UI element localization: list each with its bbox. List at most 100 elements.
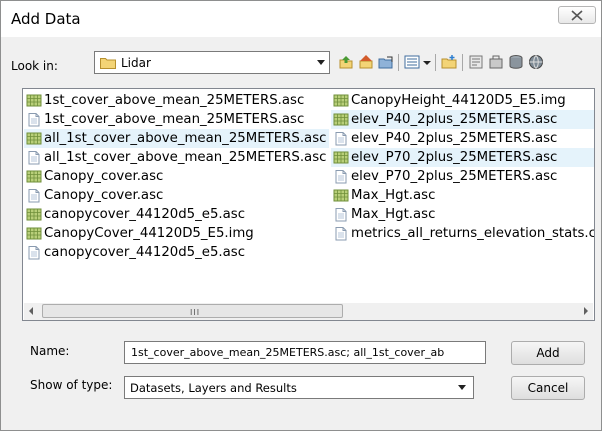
database-button[interactable] xyxy=(507,53,525,71)
view-list-icon xyxy=(404,55,420,69)
look-in-value: Lidar xyxy=(121,56,151,70)
home-icon xyxy=(359,55,373,69)
file-item[interactable]: CanopyHeight_44120D5_E5.img xyxy=(331,91,594,110)
file-item[interactable]: metrics_all_returns_elevation_stats.cs xyxy=(331,224,595,243)
raster-grid-icon xyxy=(26,170,42,183)
scroll-right-arrow-icon[interactable] xyxy=(584,307,588,315)
name-label: Name: xyxy=(30,344,70,358)
file-item[interactable]: Max_Hgt.asc xyxy=(331,186,594,205)
show-of-type-dropdown[interactable]: Datasets, Layers and Results xyxy=(124,376,474,399)
file-name: canopycover_44120d5_e5.asc xyxy=(44,207,246,222)
file-item[interactable]: 1st_cover_above_mean_25METERS.asc xyxy=(24,91,329,110)
horizontal-scrollbar[interactable]: III xyxy=(24,303,593,320)
file-name: elev_P40_2plus_25METERS.asc xyxy=(351,112,558,127)
file-column-2: CanopyHeight_44120D5_E5.img elev_P40_2plu… xyxy=(331,91,595,243)
raster-grid-icon xyxy=(26,227,42,240)
text-file-icon xyxy=(335,132,347,146)
file-list[interactable]: 1st_cover_above_mean_25METERS.asc 1st_cov… xyxy=(22,88,595,321)
view-dropdown-button[interactable] xyxy=(421,53,431,71)
file-name: all_1st_cover_above_mean_25METERS.asc xyxy=(44,150,327,165)
globe-button[interactable] xyxy=(527,53,545,71)
dialog-title: Add Data xyxy=(11,10,81,28)
file-name: canopycover_44120d5_e5.asc xyxy=(44,245,246,260)
look-in-dropdown[interactable]: Lidar xyxy=(94,51,330,74)
file-name: elev_P40_2plus_25METERS.asc xyxy=(351,131,558,146)
file-item[interactable]: canopycover_44120d5_e5.asc xyxy=(24,205,329,224)
add-data-dialog: Add Data Look in: Lidar 1st_cover_above_… xyxy=(0,0,602,431)
raster-grid-icon xyxy=(333,151,349,164)
toolbox-icon xyxy=(489,55,503,69)
scrollbar-thumb[interactable]: III xyxy=(42,304,343,318)
connect-folder-icon xyxy=(378,56,393,69)
text-file-icon xyxy=(28,189,40,203)
database-icon xyxy=(509,55,523,69)
scroll-left-arrow-icon[interactable] xyxy=(29,307,33,315)
new-folder-button[interactable] xyxy=(440,53,458,71)
close-button[interactable] xyxy=(558,6,596,24)
close-icon xyxy=(571,10,583,21)
file-name: 1st_cover_above_mean_25METERS.asc xyxy=(44,93,305,108)
file-name: CanopyHeight_44120D5_E5.img xyxy=(351,93,566,108)
file-name: CanopyCover_44120D5_E5.img xyxy=(44,226,254,241)
text-file-icon xyxy=(335,208,347,222)
text-file-icon xyxy=(28,246,40,260)
look-in-label: Look in: xyxy=(11,59,58,73)
file-name: metrics_all_returns_elevation_stats.cs xyxy=(351,226,595,241)
raster-grid-icon xyxy=(333,113,349,126)
raster-grid-icon xyxy=(333,94,349,107)
raster-grid-icon xyxy=(333,189,349,202)
raster-grid-icon xyxy=(26,132,42,145)
new-folder-icon xyxy=(441,55,457,69)
file-item[interactable]: elev_P70_2plus_25METERS.asc xyxy=(331,148,594,167)
file-name: all_1st_cover_above_mean_25METERS.asc xyxy=(44,131,327,146)
text-file-icon xyxy=(28,113,40,127)
file-name: elev_P70_2plus_25METERS.asc xyxy=(351,169,558,184)
globe-icon xyxy=(529,55,543,69)
catalog-icon xyxy=(469,55,483,69)
file-name: 1st_cover_above_mean_25METERS.asc xyxy=(44,112,305,127)
file-item[interactable]: all_1st_cover_above_mean_25METERS.asc xyxy=(24,148,329,167)
title-bar: Add Data xyxy=(1,1,601,37)
chevron-down-icon xyxy=(458,385,466,390)
file-item[interactable]: elev_P70_2plus_25METERS.asc xyxy=(331,167,594,186)
file-item[interactable]: Max_Hgt.asc xyxy=(331,205,594,224)
show-of-type-value: Datasets, Layers and Results xyxy=(130,381,297,395)
file-item[interactable]: elev_P40_2plus_25METERS.asc xyxy=(331,110,594,129)
toolbar-separator xyxy=(462,54,463,71)
file-name: Max_Hgt.asc xyxy=(351,207,436,222)
text-file-icon xyxy=(335,227,347,241)
view-list-button[interactable] xyxy=(403,53,421,71)
name-field[interactable]: 1st_cover_above_mean_25METERS.asc; all_1… xyxy=(124,341,486,364)
up-one-level-icon xyxy=(339,56,353,69)
toolbox-button[interactable] xyxy=(487,53,505,71)
folder-icon xyxy=(100,58,116,69)
up-one-level-button[interactable] xyxy=(337,53,355,71)
chevron-down-icon xyxy=(317,60,325,65)
toolbar-separator xyxy=(398,54,399,71)
file-name: Canopy_cover.asc xyxy=(44,188,164,203)
chevron-down-icon xyxy=(423,61,431,65)
file-item[interactable]: canopycover_44120d5_e5.asc xyxy=(24,243,329,262)
connect-folder-button[interactable] xyxy=(377,53,395,71)
file-item[interactable]: elev_P40_2plus_25METERS.asc xyxy=(331,129,594,148)
file-column-1: 1st_cover_above_mean_25METERS.asc 1st_cov… xyxy=(24,91,330,262)
file-item[interactable]: CanopyCover_44120D5_E5.img xyxy=(24,224,329,243)
file-item[interactable]: Canopy_cover.asc xyxy=(24,186,329,205)
show-of-type-label: Show of type: xyxy=(30,378,113,392)
toolbar-separator xyxy=(435,54,436,71)
file-item[interactable]: 1st_cover_above_mean_25METERS.asc xyxy=(24,110,329,129)
catalog-button[interactable] xyxy=(467,53,485,71)
text-file-icon xyxy=(335,170,347,184)
add-button[interactable]: Add xyxy=(511,341,585,365)
file-item[interactable]: Canopy_cover.asc xyxy=(24,167,329,186)
file-item[interactable]: all_1st_cover_above_mean_25METERS.asc xyxy=(24,129,330,148)
text-file-icon xyxy=(28,151,40,165)
raster-grid-icon xyxy=(26,94,42,107)
file-name: Canopy_cover.asc xyxy=(44,169,164,184)
file-name: Max_Hgt.asc xyxy=(351,188,436,203)
home-button[interactable] xyxy=(357,53,375,71)
scrollbar-grip: III xyxy=(190,308,201,317)
cancel-button[interactable]: Cancel xyxy=(511,376,585,400)
file-name: elev_P70_2plus_25METERS.asc xyxy=(351,150,558,165)
raster-grid-icon xyxy=(26,208,42,221)
